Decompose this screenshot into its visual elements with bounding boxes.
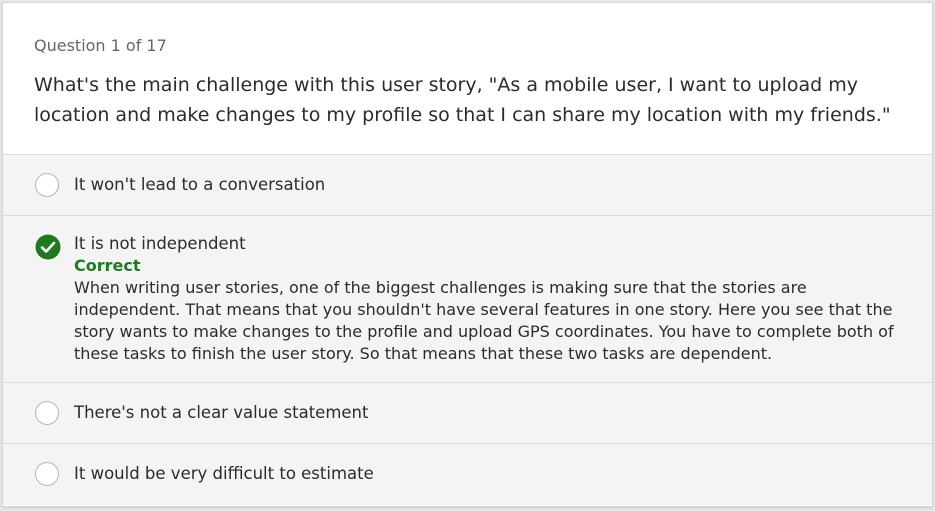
answer-option-label: There's not a clear value statement bbox=[74, 403, 369, 422]
radio-circle-icon[interactable] bbox=[35, 401, 59, 425]
answer-option-label: It won't lead to a conversation bbox=[74, 175, 326, 194]
answer-explanation: When writing user stories, one of the bi… bbox=[74, 278, 894, 363]
correct-feedback-label: Correct bbox=[74, 256, 141, 275]
answer-option-3[interactable]: There's not a clear value statement bbox=[3, 383, 932, 444]
answer-option-2[interactable]: It is not independent Correct When writi… bbox=[3, 216, 932, 383]
question-header: Question 1 of 17 What's the main challen… bbox=[3, 3, 932, 155]
radio-circle-icon[interactable] bbox=[35, 173, 59, 197]
answer-option-1[interactable]: It won't lead to a conversation bbox=[3, 155, 932, 216]
quiz-card: Question 1 of 17 What's the main challen… bbox=[2, 2, 933, 507]
question-counter: Question 1 of 17 bbox=[34, 36, 167, 55]
checkmark-circle-icon bbox=[35, 234, 61, 260]
question-prompt: What's the main challenge with this user… bbox=[34, 74, 891, 126]
radio-circle-icon[interactable] bbox=[35, 462, 59, 486]
answer-option-label: It would be very difficult to estimate bbox=[74, 464, 374, 483]
answer-option-label: It is not independent bbox=[74, 234, 246, 253]
correct-answer-block: It is not independent Correct When writi… bbox=[74, 233, 912, 365]
answer-option-4[interactable]: It would be very difficult to estimate bbox=[3, 444, 932, 505]
